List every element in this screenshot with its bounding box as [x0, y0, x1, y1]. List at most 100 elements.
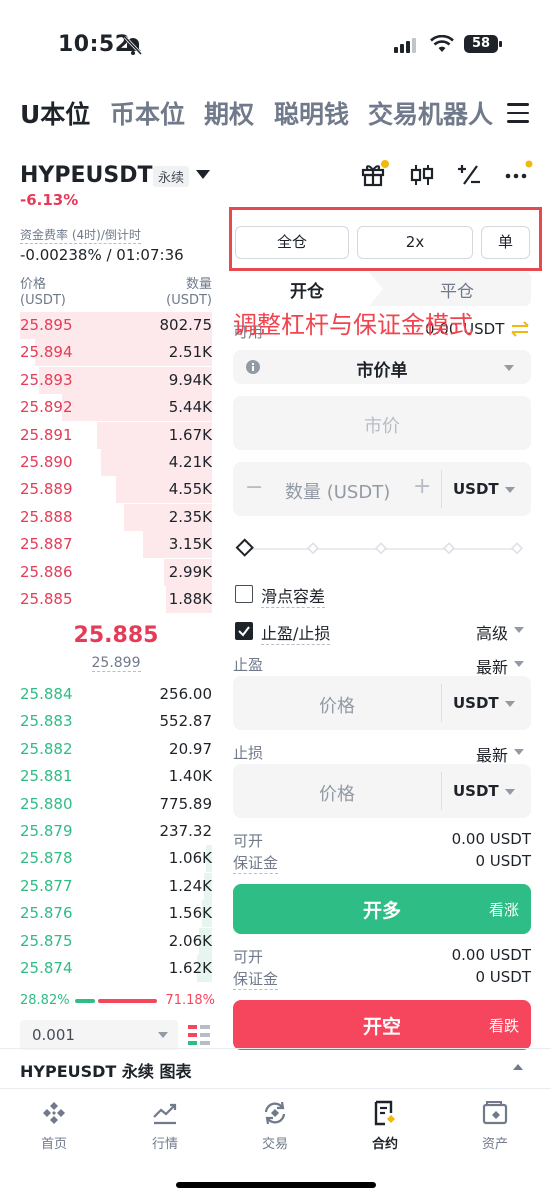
order-type-select[interactable]: 市价单 [233, 350, 531, 384]
caret-down-icon[interactable] [196, 170, 210, 180]
bid-row[interactable]: 25.877 1.24K [20, 872, 212, 900]
long-sub-label: 看涨 [488, 901, 519, 919]
open-short-button[interactable]: 开空 看跌 [233, 1000, 531, 1050]
short-margin-label[interactable]: 保证金 [233, 968, 279, 990]
ask-row[interactable]: 25.886 2.99K [20, 558, 212, 586]
advanced-select[interactable]: 高级 [476, 620, 508, 644]
funding-label[interactable]: 资金费率 (4时)/倒计时 [20, 226, 141, 244]
minus-icon[interactable]: − [245, 475, 263, 500]
quantity-input[interactable]: − 数量 (USDT) + USDT [233, 462, 531, 516]
menu-icon[interactable] [507, 103, 529, 123]
nav-home[interactable]: 首页 [24, 1099, 84, 1152]
row-quantity: 237.32 [159, 822, 213, 840]
leverage-button[interactable]: 2x [357, 226, 473, 259]
margin-mode-button[interactable]: 全仓 [235, 226, 349, 259]
tp-price-input[interactable]: 价格 USDT [233, 676, 531, 730]
long-margin-label[interactable]: 保证金 [233, 852, 279, 874]
gift-icon[interactable] [359, 160, 389, 190]
ask-row[interactable]: 25.895 802.75 [20, 312, 212, 339]
quantity-slider[interactable] [233, 538, 531, 560]
tab-coinm[interactable]: 币本位 [110, 95, 185, 131]
row-price: 25.883 [20, 712, 73, 731]
row-price: 25.894 [20, 343, 73, 362]
buy-ratio: 28.82% [20, 993, 70, 1008]
ask-row[interactable]: 25.891 1.67K [20, 421, 212, 449]
bid-row[interactable]: 25.884 256.00 [20, 681, 212, 708]
chart-toggle-bar[interactable]: HYPEUSDT 永续 图表 [0, 1048, 551, 1088]
row-quantity: 802.75 [159, 316, 213, 334]
ask-row[interactable]: 25.887 3.15K [20, 531, 212, 559]
ask-row[interactable]: 25.893 9.94K [20, 366, 212, 394]
bid-row[interactable]: 25.881 1.40K [20, 763, 212, 790]
nav-assets[interactable]: 资产 [465, 1099, 525, 1152]
caret-down-icon[interactable] [514, 749, 524, 755]
price-input[interactable]: 市价 [233, 396, 531, 450]
slippage-label[interactable]: 滑点容差 [261, 583, 326, 608]
candlestick-icon[interactable] [408, 160, 438, 190]
row-quantity: 1.88K [168, 590, 212, 608]
bid-row[interactable]: 25.878 1.06K [20, 845, 212, 873]
short-sub-label: 看跌 [488, 1017, 519, 1035]
caret-down-icon[interactable] [514, 627, 524, 633]
ask-row[interactable]: 25.885 1.88K [20, 586, 212, 613]
precision-value: 0.001 [32, 1026, 75, 1044]
ask-row[interactable]: 25.889 4.55K [20, 476, 212, 504]
tab-usdm[interactable]: U本位 [20, 95, 90, 131]
row-price: 25.885 [20, 590, 73, 608]
nav-futures[interactable]: 合约 [355, 1099, 415, 1152]
tp-unit[interactable]: USDT [453, 694, 499, 712]
row-price: 25.891 [20, 425, 73, 444]
tp-trigger-select[interactable]: 最新 [476, 654, 508, 678]
bid-row[interactable]: 25.874 1.62K [20, 955, 212, 982]
ask-row[interactable]: 25.892 5.44K [20, 394, 212, 422]
position-mode-button[interactable]: 单 [481, 226, 530, 259]
sl-trigger-select[interactable]: 最新 [476, 742, 508, 766]
caret-down-icon[interactable] [514, 661, 524, 667]
tab-trading-bots[interactable]: 交易机器人 [368, 95, 493, 131]
price-unit: (USDT) [20, 293, 66, 308]
sl-price-input[interactable]: 价格 USDT [233, 764, 531, 818]
plus-icon[interactable]: + [413, 474, 431, 499]
orderbook-layout-icon[interactable] [187, 1023, 211, 1047]
tab-smart-money[interactable]: 聪明钱 [274, 95, 349, 131]
symbol-name[interactable]: HYPEUSDT [20, 163, 152, 188]
tab-options[interactable]: 期权 [204, 95, 254, 131]
quantity-unit[interactable]: USDT [453, 480, 499, 498]
row-quantity: 775.89 [159, 794, 213, 813]
nav-trade[interactable]: 交易 [245, 1099, 305, 1152]
ask-row[interactable]: 25.890 4.21K [20, 449, 212, 476]
wifi-icon [430, 35, 454, 52]
caret-up-icon[interactable] [513, 1064, 523, 1070]
sl-unit[interactable]: USDT [453, 782, 499, 800]
bid-row[interactable]: 25.875 2.06K [20, 927, 212, 955]
precision-select[interactable]: 0.001 [20, 1020, 178, 1050]
tab-close[interactable]: 平仓 [383, 277, 531, 302]
bid-row[interactable]: 25.876 1.56K [20, 900, 212, 928]
calculator-icon[interactable] [455, 160, 485, 190]
open-long-button[interactable]: 开多 看涨 [233, 884, 531, 934]
caret-down-icon [158, 1032, 168, 1038]
tab-open[interactable]: 开仓 [233, 277, 381, 302]
more-icon[interactable] [503, 160, 533, 190]
row-price: 25.888 [20, 507, 73, 526]
slippage-checkbox[interactable] [235, 585, 253, 603]
home-icon [43, 1102, 65, 1124]
transfer-icon[interactable] [510, 320, 530, 338]
mark-price[interactable]: 25.899 [20, 655, 212, 672]
caret-down-icon [505, 701, 515, 707]
tpsl-label[interactable]: 止盈/止损 [261, 620, 331, 645]
row-price: 25.884 [20, 685, 73, 703]
sl-label: 止损 [233, 744, 264, 762]
bid-row[interactable]: 25.880 775.89 [20, 791, 212, 818]
bid-row[interactable]: 25.879 237.32 [20, 818, 212, 845]
row-quantity: 1.06K [168, 849, 212, 868]
ask-row[interactable]: 25.888 2.35K [20, 503, 212, 531]
ask-row[interactable]: 25.894 2.51K [20, 339, 212, 367]
tpsl-checkbox[interactable] [235, 622, 253, 640]
nav-markets[interactable]: 行情 [135, 1099, 195, 1152]
bid-row[interactable]: 25.882 20.97 [20, 736, 212, 763]
caret-down-icon [505, 789, 515, 795]
order-type-value: 市价单 [356, 361, 408, 381]
row-quantity: 1.40K [168, 767, 212, 786]
bid-row[interactable]: 25.883 552.87 [20, 708, 212, 735]
